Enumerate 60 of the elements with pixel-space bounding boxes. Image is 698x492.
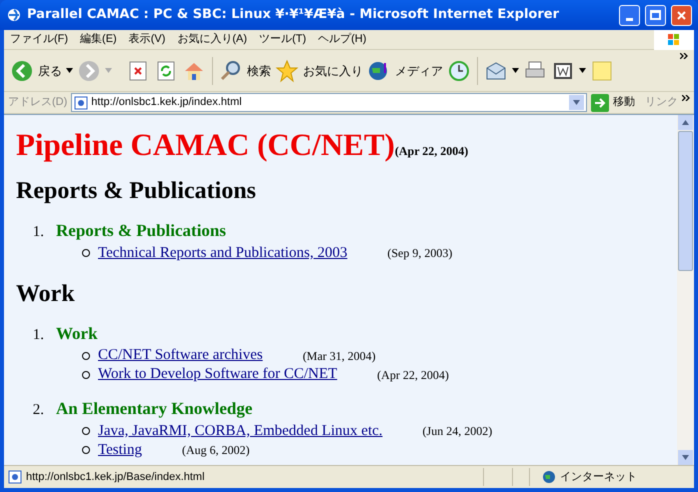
scrollbar[interactable]: [677, 115, 694, 465]
link-date: (Aug 6, 2002): [182, 442, 250, 459]
item-title: Work: [56, 322, 98, 344]
menu-item[interactable]: ツール(T): [253, 31, 312, 48]
page-link[interactable]: Technical Reports and Publications, 2003: [98, 242, 348, 264]
menu-item[interactable]: ヘルプ(H): [312, 31, 372, 48]
media-label[interactable]: メディア: [395, 62, 443, 80]
link-date: (Sep 9, 2003): [387, 245, 452, 262]
dropdown-caret-icon[interactable]: [512, 68, 519, 73]
back-label[interactable]: 戻る: [38, 62, 62, 80]
scroll-down-button[interactable]: [678, 450, 693, 465]
page-icon: [8, 470, 22, 484]
section-heading: Work: [16, 280, 76, 308]
link-date: (Mar 31, 2004): [302, 348, 376, 364]
history-clock-icon[interactable]: [447, 58, 471, 82]
menu-item[interactable]: 編集(E): [74, 31, 123, 48]
star-icon[interactable]: [275, 58, 299, 82]
page-title: Pipeline CAMAC (CC/NET): [16, 129, 395, 160]
windows-logo-icon: [654, 30, 694, 50]
search-icon[interactable]: [219, 58, 243, 82]
dropdown-caret-icon[interactable]: [66, 68, 73, 73]
bullet-icon: [82, 427, 90, 435]
page-icon: [74, 96, 88, 110]
item-title: Reports & Publications: [56, 220, 226, 242]
dropdown-button[interactable]: [569, 95, 584, 110]
favorites-label[interactable]: お気に入り: [303, 62, 363, 80]
search-label[interactable]: 検索: [247, 62, 271, 80]
dropdown-caret-icon[interactable]: [579, 68, 586, 73]
browser-icon: [6, 7, 22, 23]
address-field[interactable]: http://onlsbc1.kek.jp/index.html: [71, 93, 587, 112]
globe-icon: [542, 470, 556, 484]
list-number: 1.: [32, 223, 45, 242]
title-date: (Apr 22, 2004): [394, 143, 468, 160]
bullet-icon: [82, 446, 90, 454]
menu-item[interactable]: 表示(V): [122, 31, 172, 48]
status-url: http://onlsbc1.kek.jp/Base/index.html: [26, 470, 206, 485]
chevron-icon[interactable]: [680, 53, 688, 59]
caret-down-icon[interactable]: [682, 455, 689, 460]
menu-item[interactable]: ファイル(F): [4, 31, 74, 48]
close-icon: [676, 10, 687, 20]
address-label: アドレス(D): [8, 95, 68, 110]
zone-label: インターネット: [560, 470, 638, 485]
link-date: (Jun 24, 2002): [422, 423, 492, 440]
caret-up-icon[interactable]: [682, 120, 689, 125]
minimize-button[interactable]: [619, 4, 640, 26]
list-number: 2.: [32, 401, 45, 420]
link-date: (Apr 22, 2004): [377, 366, 449, 384]
scroll-up-button[interactable]: [678, 115, 693, 130]
bullet-icon: [82, 370, 90, 378]
window-title: Parallel CAMAC : PC & SBC: Linux ¥·¥¹¥Æ¥à - Microsoft Internet Explorer: [27, 6, 560, 24]
chevron-icon[interactable]: [682, 95, 690, 101]
list-number: 1.: [32, 326, 45, 344]
section-heading: Reports & Publications: [16, 177, 257, 206]
close-button[interactable]: [671, 4, 692, 26]
maximize-button[interactable]: [645, 4, 666, 26]
menu-item[interactable]: お気に入り(A): [171, 31, 254, 48]
bullet-icon: [82, 352, 90, 360]
bullet-icon: [82, 249, 90, 257]
go-button[interactable]: 移動: [613, 94, 635, 111]
item-title: An Elementary Knowledge: [56, 398, 252, 420]
